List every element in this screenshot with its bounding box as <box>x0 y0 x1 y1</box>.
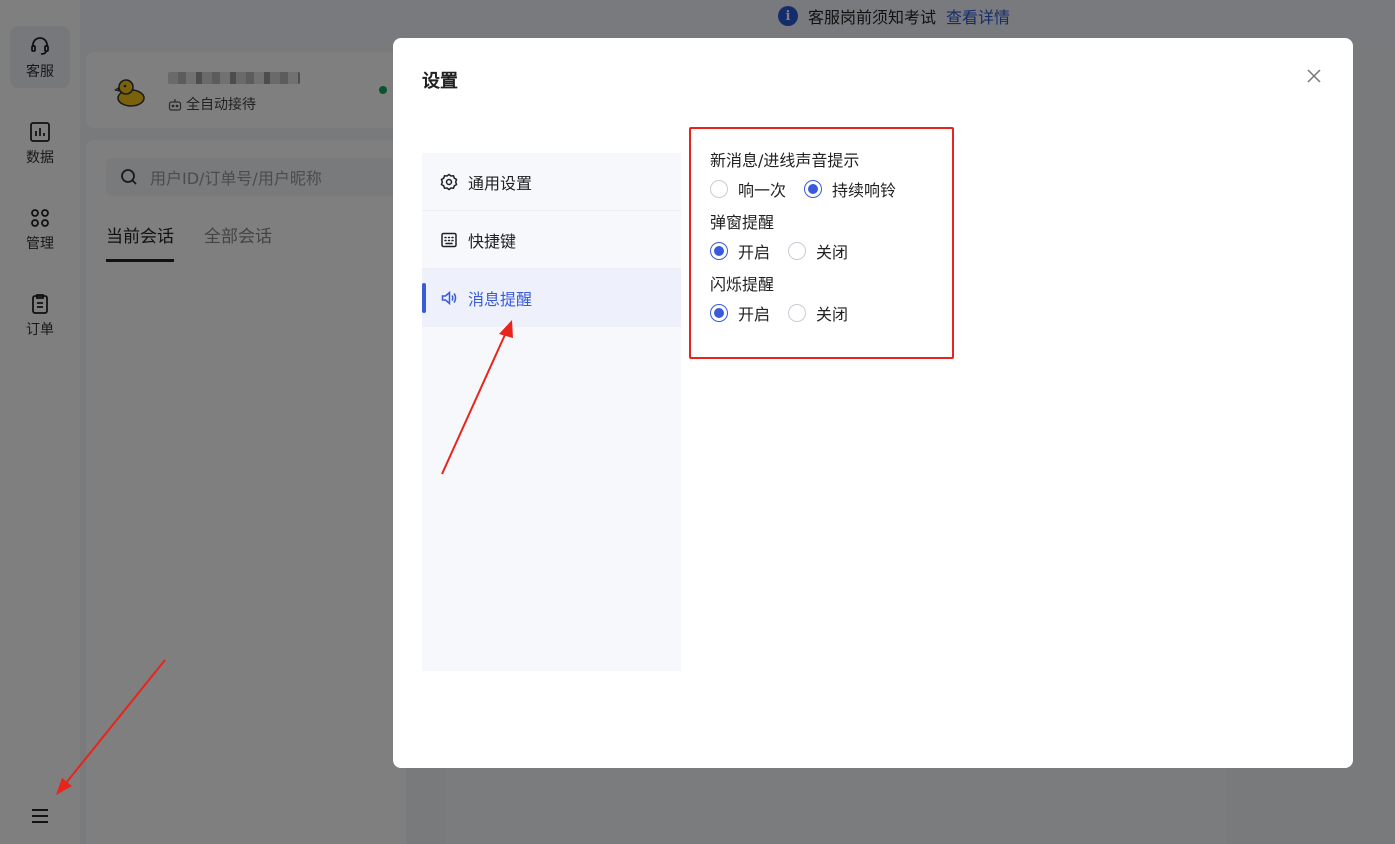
radio-button-checked[interactable] <box>804 180 823 198</box>
radio-button[interactable] <box>788 304 807 322</box>
radio-button[interactable] <box>788 242 807 260</box>
radio-label: 响一次 <box>738 181 787 200</box>
radio-label: 关闭 <box>816 305 849 324</box>
radio-group: 响一次 持续响铃 <box>710 176 914 202</box>
radio-label: 开启 <box>738 243 771 262</box>
radio-option-off[interactable]: 关闭 <box>788 239 848 263</box>
radio-label: 关闭 <box>816 243 849 262</box>
radio-option-on[interactable]: 开启 <box>710 239 770 263</box>
gear-icon <box>440 173 458 190</box>
radio-label: 持续响铃 <box>832 181 897 200</box>
radio-option-ring-once[interactable]: 响一次 <box>710 177 786 201</box>
radio-option-off[interactable]: 关闭 <box>788 301 848 325</box>
notification-settings: 新消息/进线声音提示 响一次 持续响铃 弹窗提醒 开启 关闭 闪烁提醒 开启 关… <box>710 150 914 336</box>
setting-label: 弹窗提醒 <box>710 213 775 232</box>
setting-flash-alert: 闪烁提醒 开启 关闭 <box>710 274 914 326</box>
radio-label: 开启 <box>738 305 771 324</box>
menu-item-general[interactable]: 通用设置 <box>422 153 681 211</box>
setting-label: 闪烁提醒 <box>710 275 775 294</box>
radio-group: 开启 关闭 <box>710 238 914 264</box>
menu-item-label: 通用设置 <box>468 173 533 193</box>
radio-group: 开启 关闭 <box>710 300 914 326</box>
menu-item-notifications[interactable]: 消息提醒 <box>422 269 681 327</box>
setting-sound-alert: 新消息/进线声音提示 响一次 持续响铃 <box>710 150 914 202</box>
menu-item-label: 快捷键 <box>468 231 517 251</box>
radio-button[interactable] <box>710 180 728 198</box>
dialog-title: 设置 <box>422 71 458 92</box>
menu-item-shortcuts[interactable]: 快捷键 <box>422 211 681 269</box>
close-button[interactable] <box>1303 65 1325 87</box>
setting-label: 新消息/进线声音提示 <box>710 151 860 170</box>
radio-option-on[interactable]: 开启 <box>710 301 770 325</box>
settings-menu: 通用设置 快捷键 消息提醒 <box>422 153 681 671</box>
menu-item-label: 消息提醒 <box>468 290 533 309</box>
close-icon <box>1307 69 1321 83</box>
radio-button-checked[interactable] <box>710 304 728 322</box>
radio-button-checked[interactable] <box>710 242 728 260</box>
settings-dialog: 设置 通用设置 快捷键 消息提醒 新消息/进线声音提示 响一次 持续响铃 弹窗提… <box>393 38 1353 768</box>
radio-option-ring-continuous[interactable]: 持续响铃 <box>804 177 896 201</box>
keyboard-icon <box>441 232 457 247</box>
setting-popup-alert: 弹窗提醒 开启 关闭 <box>710 212 914 264</box>
speaker-icon <box>441 290 457 306</box>
